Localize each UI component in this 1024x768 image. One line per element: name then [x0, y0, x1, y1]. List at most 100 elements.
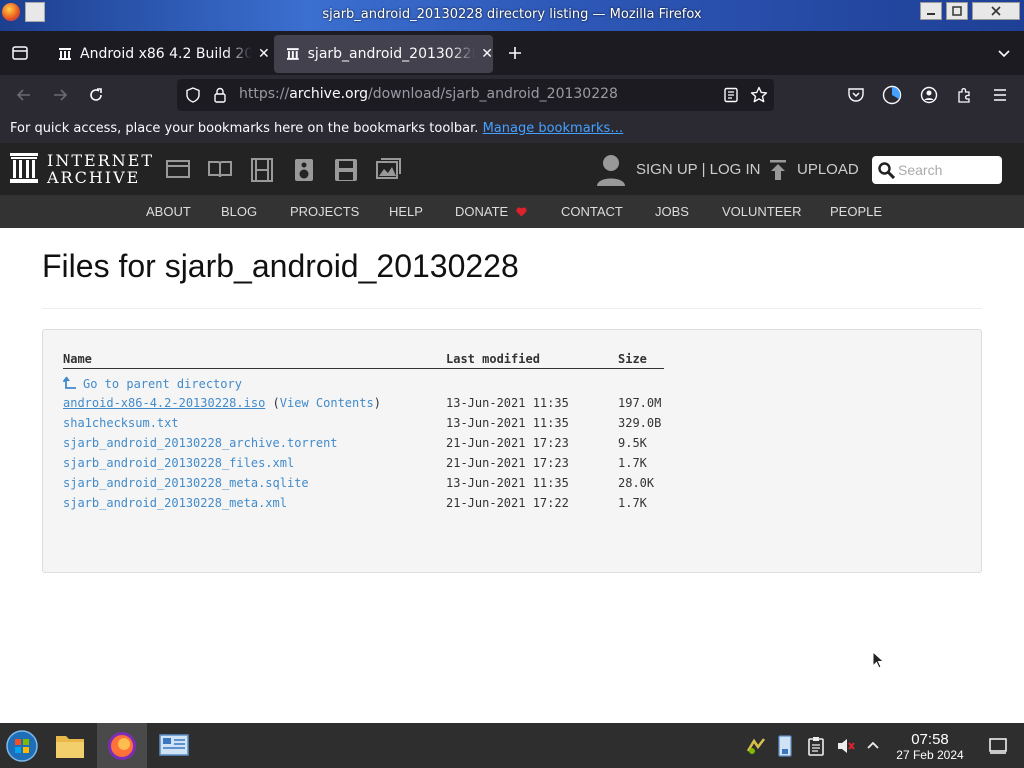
user-avatar-icon[interactable]: [596, 153, 626, 187]
bookmarks-hint: For quick access, place your bookmarks h…: [10, 121, 479, 136]
file-link[interactable]: sjarb_android_20130228_archive.torrent: [63, 436, 338, 450]
shield-icon[interactable]: [185, 87, 201, 103]
firefox-taskbar-button[interactable]: [97, 723, 147, 768]
parent-directory-link[interactable]: Go to parent directory: [63, 376, 242, 391]
account-button[interactable]: [917, 83, 941, 107]
back-arrow-icon: [16, 89, 30, 101]
audio-speaker-icon[interactable]: [293, 158, 315, 182]
back-button[interactable]: [12, 83, 36, 107]
nav-contact[interactable]: CONTACT: [561, 204, 623, 219]
nav-jobs[interactable]: JOBS: [655, 204, 689, 219]
nav-help[interactable]: HELP: [389, 204, 423, 219]
web-icon[interactable]: [166, 158, 190, 180]
nav-donate[interactable]: DONATE: [455, 204, 527, 219]
tab-label: sjarb_android_20130228 directory listing: [307, 46, 476, 62]
manage-bookmarks-link[interactable]: Manage bookmarks…: [483, 121, 624, 136]
file-link[interactable]: android-x86-4.2-20130228.iso: [63, 396, 265, 410]
window-title: sjarb_android_20130228 directory listing…: [322, 7, 702, 22]
maximize-button[interactable]: [946, 2, 968, 20]
pocket-button[interactable]: [844, 83, 868, 107]
internet-archive-wordmark[interactable]: INTERNET ARCHIVE: [47, 152, 154, 186]
close-button[interactable]: [972, 2, 1020, 20]
file-listing: Name Last modified Size Go to parent dir…: [42, 329, 982, 573]
chevron-up-icon[interactable]: [866, 739, 880, 751]
table-row: sjarb_android_20130228_archive.torrent 2…: [43, 436, 943, 454]
reader-view-icon[interactable]: [723, 87, 739, 103]
file-link[interactable]: sha1checksum.txt: [63, 416, 179, 430]
size-cell: 28.0K: [618, 476, 655, 490]
taskbar: 07:58 27 Feb 2024: [0, 723, 1024, 768]
video-film-icon[interactable]: [250, 158, 274, 182]
file-manager-button[interactable]: [48, 723, 92, 768]
clock-date[interactable]: 27 Feb 2024: [890, 748, 970, 762]
show-desktop-icon[interactable]: [988, 737, 1008, 755]
app-menu-button[interactable]: [988, 83, 1012, 107]
page-title: Files for sjarb_android_20130228: [42, 248, 519, 284]
archive-favicon-icon: [59, 48, 71, 60]
file-link[interactable]: sjarb_android_20130228_meta.sqlite: [63, 476, 309, 490]
forward-button[interactable]: [48, 83, 72, 107]
signup-login-link[interactable]: SIGN UP | LOG IN: [636, 161, 760, 178]
column-header-modified[interactable]: Last modified: [446, 352, 540, 366]
column-header-name[interactable]: Name: [63, 352, 92, 366]
file-link[interactable]: sjarb_android_20130228_files.xml: [63, 456, 294, 470]
nav-about[interactable]: ABOUT: [146, 204, 191, 219]
nav-volunteer[interactable]: VOLUNTEER: [722, 204, 801, 219]
software-floppy-icon[interactable]: [334, 158, 358, 182]
clock-time[interactable]: 07:58: [900, 731, 960, 748]
ia-search-box[interactable]: [872, 156, 1002, 184]
network-tray-icon[interactable]: [746, 736, 766, 756]
control-panel-button[interactable]: [152, 723, 196, 768]
nav-blog[interactable]: BLOG: [221, 204, 257, 219]
file-link[interactable]: sjarb_android_20130228_meta.xml: [63, 496, 287, 510]
tab-android-x86[interactable]: Android x86 4.2 Build 20130228 ✕: [46, 35, 270, 73]
extensions-button[interactable]: [953, 83, 977, 107]
search-icon: [878, 162, 895, 179]
nav-projects[interactable]: PROJECTS: [290, 204, 359, 219]
table-row: sjarb_android_20130228_meta.xml 21-Jun-2…: [43, 496, 943, 514]
volume-muted-icon[interactable]: [836, 736, 856, 756]
url-text[interactable]: https://archive.org/download/sjarb_andro…: [239, 86, 618, 102]
internet-archive-logo-icon[interactable]: [9, 152, 39, 184]
start-orb-icon: [6, 729, 38, 762]
header-divider: [63, 368, 664, 369]
column-header-size[interactable]: Size: [618, 352, 647, 366]
title-divider: [42, 308, 982, 309]
minimize-button[interactable]: [920, 2, 942, 20]
tab-close-icon[interactable]: ✕: [258, 46, 270, 62]
modified-cell: 21-Jun-2021 17:23: [446, 436, 569, 450]
clipboard-tray-icon[interactable]: [807, 736, 825, 756]
nav-people[interactable]: PEOPLE: [830, 204, 882, 219]
upload-icon[interactable]: [768, 159, 788, 181]
url-bar[interactable]: https://archive.org/download/sjarb_andro…: [177, 79, 774, 111]
lock-icon[interactable]: [213, 87, 227, 103]
account-icon: [920, 86, 938, 104]
images-icon[interactable]: [375, 158, 401, 180]
firefox-view-icon: [12, 46, 28, 60]
tab-directory-listing[interactable]: sjarb_android_20130228 directory listing…: [274, 35, 493, 73]
bookmark-star-icon[interactable]: [750, 86, 768, 104]
reload-icon: [90, 88, 102, 101]
navigation-toolbar: https://archive.org/download/sjarb_andro…: [0, 75, 1024, 115]
window-titlebar: sjarb_android_20130228 directory listing…: [0, 0, 1024, 31]
device-tray-icon[interactable]: [776, 735, 794, 757]
list-all-tabs-button[interactable]: [992, 41, 1016, 65]
upload-link[interactable]: UPLOAD: [797, 161, 859, 178]
size-cell: 197.0M: [618, 396, 662, 410]
extension-button[interactable]: [880, 83, 904, 107]
new-tab-button[interactable]: [503, 41, 527, 65]
tab-strip: Android x86 4.2 Build 20130228 ✕ sjarb_a…: [0, 31, 1024, 75]
table-row: sha1checksum.txt 13-Jun-2021 11:35 329.0…: [43, 416, 943, 434]
start-button[interactable]: [0, 723, 44, 768]
texts-book-icon[interactable]: [208, 158, 232, 180]
view-contents-link[interactable]: View Contents: [280, 396, 374, 410]
modified-cell: 21-Jun-2021 17:22: [446, 496, 569, 510]
pocket-icon: [848, 88, 864, 102]
search-input[interactable]: [898, 160, 998, 180]
maximize-icon: [952, 6, 962, 16]
reload-button[interactable]: [84, 83, 108, 107]
extension-icon: [882, 85, 902, 105]
firefox-view-button[interactable]: [8, 41, 32, 65]
chevron-down-icon: [998, 50, 1010, 58]
tab-close-icon[interactable]: ✕: [481, 46, 493, 62]
